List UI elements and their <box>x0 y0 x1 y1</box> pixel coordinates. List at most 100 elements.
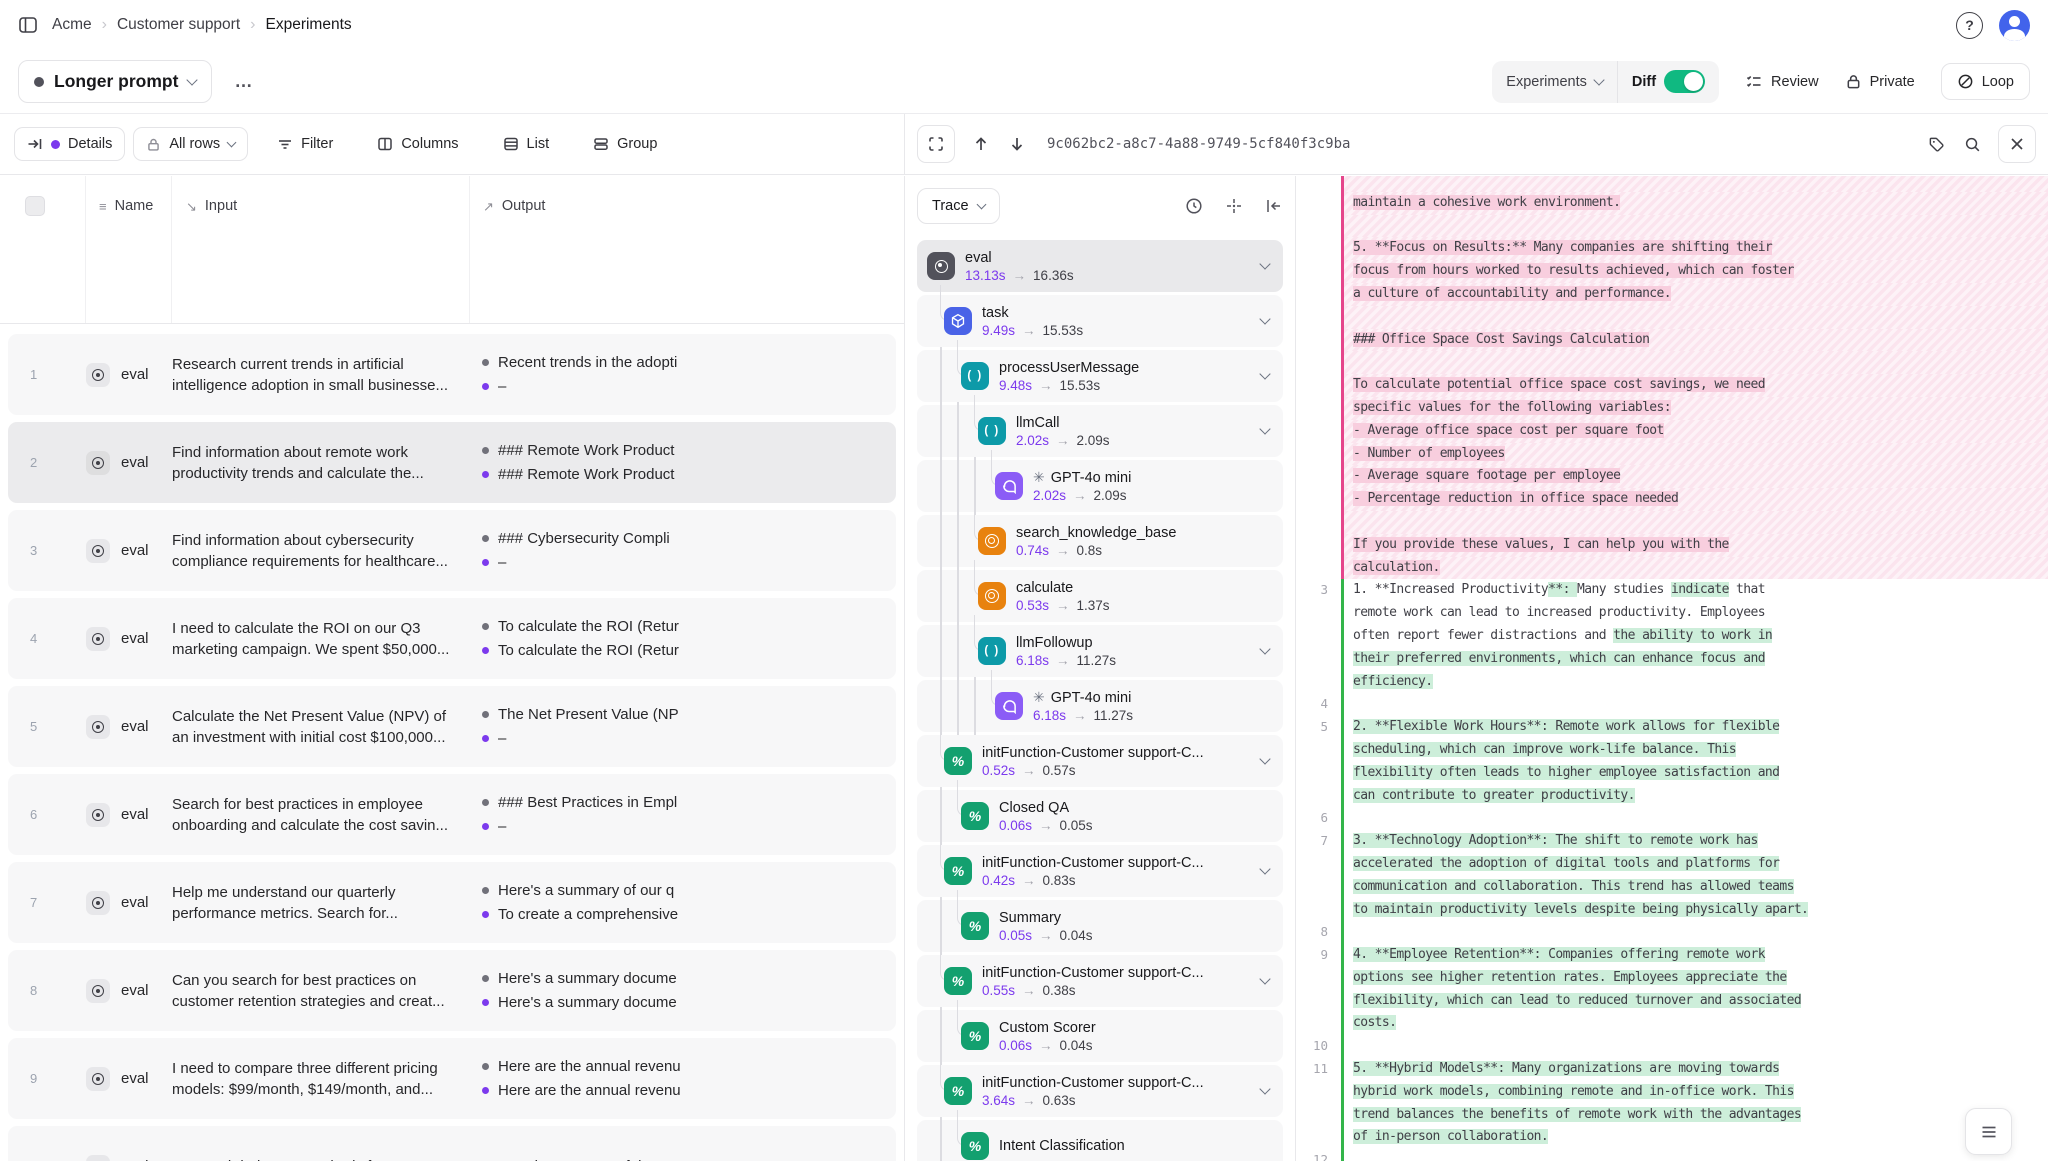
table-row[interactable]: 3evalFind information about cybersecurit… <box>8 510 896 591</box>
chevron-down-icon[interactable] <box>1259 863 1270 874</box>
breadcrumb-app[interactable]: Acme <box>52 16 92 34</box>
trace-tree-item[interactable]: eval13.13s→16.36s <box>917 240 1283 292</box>
select-all-checkbox[interactable] <box>25 196 45 216</box>
chevron-down-icon[interactable] <box>1259 368 1270 379</box>
chevron-down-icon[interactable] <box>1259 973 1270 984</box>
eval-icon <box>86 803 110 827</box>
chevron-down-icon[interactable] <box>1259 1083 1270 1094</box>
span-durations: 9.48s→15.53s <box>999 378 1139 393</box>
table-row[interactable]: 6evalSearch for best practices in employ… <box>8 774 896 855</box>
diff-row: To calculate potential office space cost… <box>1296 374 2048 397</box>
chevron-down-icon[interactable] <box>1259 753 1270 764</box>
row-name-label: eval <box>121 542 149 559</box>
breadcrumb-page[interactable]: Experiments <box>265 16 351 34</box>
trace-tree-item[interactable]: %initFunction-Customer support-C...0.55s… <box>917 955 1283 1007</box>
table-row[interactable]: 1evalResearch current trends in artifici… <box>8 334 896 415</box>
next-row-button[interactable] <box>1001 127 1033 161</box>
columns-label: Columns <box>401 136 458 152</box>
trace-tree-item[interactable]: ( )llmFollowup6.18s→11.27s <box>917 625 1283 677</box>
column-header-output[interactable]: ↗ Output <box>470 176 904 323</box>
chevron-down-icon[interactable] <box>1259 643 1270 654</box>
collapse-icon[interactable] <box>1265 197 1283 215</box>
column-header-name[interactable]: ≡ Name <box>86 176 172 323</box>
crosshair-icon[interactable] <box>1225 197 1243 215</box>
columns-button[interactable]: Columns <box>366 128 469 160</box>
table-row[interactable]: 2evalFind information about remote work … <box>8 422 896 503</box>
expand-trace-button[interactable] <box>917 125 955 163</box>
duration-primary: 0.53s <box>1016 598 1049 613</box>
all-rows-dropdown[interactable]: All rows <box>133 127 248 161</box>
close-panel-button[interactable] <box>1998 125 2036 163</box>
bullet-icon <box>482 623 489 630</box>
trace-tree-item[interactable]: ( )llmCall2.02s→2.09s <box>917 405 1283 457</box>
chevron-down-icon[interactable] <box>1259 423 1270 434</box>
span-durations: 2.02s→2.09s <box>1033 488 1131 503</box>
experiment-selector[interactable]: Longer prompt <box>18 60 212 103</box>
review-button[interactable]: Review <box>1745 73 1819 91</box>
table-row[interactable]: 9evalI need to compare three different p… <box>8 1038 896 1119</box>
trace-tree-item[interactable]: %Closed QA0.06s→0.05s <box>917 790 1283 842</box>
trace-tree-item[interactable]: %initFunction-Customer support-C...0.42s… <box>917 845 1283 897</box>
avatar[interactable] <box>1999 10 2030 41</box>
details-button[interactable]: Details <box>14 127 125 161</box>
loop-button[interactable]: Loop <box>1941 63 2030 100</box>
content-menu-button[interactable] <box>1965 1108 2012 1155</box>
diff-line: 1. **Increased Productivity**: Many stud… <box>1341 579 2048 693</box>
group-button[interactable]: Group <box>582 128 668 160</box>
arrow-icon: → <box>1022 1093 1036 1108</box>
diff-toggle[interactable] <box>1664 70 1705 93</box>
trace-tree-item[interactable]: search_knowledge_base0.74s→0.8s <box>917 515 1283 567</box>
tree-rail <box>957 567 959 625</box>
trace-tree-item[interactable]: ✳GPT-4o mini2.02s→2.09s <box>917 460 1283 512</box>
span-name: initFunction-Customer support-C... <box>982 745 1204 761</box>
span-label: search_knowledge_base <box>1016 525 1176 541</box>
span-durations: 6.18s→11.27s <box>1033 708 1133 723</box>
table-row[interactable]: 4evalI need to calculate the ROI on our … <box>8 598 896 679</box>
experiments-dropdown[interactable]: Experiments <box>1492 61 1617 103</box>
help-icon[interactable]: ? <box>1956 12 1983 39</box>
duration-primary: 3.64s <box>982 1093 1015 1108</box>
clock-icon[interactable] <box>1185 197 1203 215</box>
trace-tree-item[interactable]: %Intent Classification <box>917 1120 1283 1161</box>
trace-tree-item[interactable]: %Summary0.05s→0.04s <box>917 900 1283 952</box>
fn-icon: ( ) <box>978 637 1006 665</box>
list-button[interactable]: List <box>492 128 561 160</box>
status-dot-icon <box>34 77 44 87</box>
added-text: 3. **Technology Adoption**: The shift to… <box>1353 833 1758 848</box>
previous-row-button[interactable] <box>965 127 997 161</box>
duration-primary: 0.42s <box>982 873 1015 888</box>
breadcrumb-project[interactable]: Customer support <box>117 16 240 34</box>
trace-tree-item[interactable]: %initFunction-Customer support-C...0.52s… <box>917 735 1283 787</box>
search-button[interactable] <box>1956 127 1988 161</box>
chevron-down-icon[interactable] <box>1259 313 1270 324</box>
trace-tree-item[interactable]: %initFunction-Customer support-C...3.64s… <box>917 1065 1283 1117</box>
trace-tree-item[interactable]: ( )processUserMessage9.48s→15.53s <box>917 350 1283 402</box>
private-button[interactable]: Private <box>1845 73 1915 90</box>
table-row[interactable]: 10evalResearch industry standards for Sa… <box>8 1126 896 1161</box>
table-row[interactable]: 7evalHelp me understand our quarterly pe… <box>8 862 896 943</box>
line-number <box>1296 488 1341 511</box>
filter-button[interactable]: Filter <box>266 128 344 160</box>
table-row[interactable]: 5evalCalculate the Net Present Value (NP… <box>8 686 896 767</box>
chevron-down-icon[interactable] <box>1259 258 1270 269</box>
unchanged-text: Many studies <box>1577 582 1671 597</box>
line-number <box>1296 329 1341 352</box>
trace-tree-item[interactable]: %Custom Scorer0.06s→0.04s <box>917 1010 1283 1062</box>
tag-button[interactable] <box>1920 127 1952 161</box>
trace-view-dropdown[interactable]: Trace <box>917 188 1000 224</box>
row-input-cell: Calculate the Net Present Value (NPV) of… <box>172 706 470 748</box>
details-status-dot <box>51 140 60 149</box>
more-options-button[interactable]: … <box>228 67 260 96</box>
trace-tree-item[interactable]: ✳GPT-4o mini6.18s→11.27s <box>917 680 1283 732</box>
trace-tree-item[interactable]: calculate0.53s→1.37s <box>917 570 1283 622</box>
bullet-icon <box>482 975 489 982</box>
tree-rail <box>957 402 959 460</box>
duration-primary: 6.18s <box>1033 708 1066 723</box>
line-number <box>1296 306 1341 329</box>
table-body: 1evalResearch current trends in artifici… <box>0 324 904 1161</box>
table-row[interactable]: 8evalCan you search for best practices o… <box>8 950 896 1031</box>
column-header-input[interactable]: ↘ Input <box>172 176 470 323</box>
trace-tree-item[interactable]: task9.49s→15.53s <box>917 295 1283 347</box>
sidebar-toggle-icon[interactable] <box>18 15 38 35</box>
list-icon <box>503 136 519 152</box>
